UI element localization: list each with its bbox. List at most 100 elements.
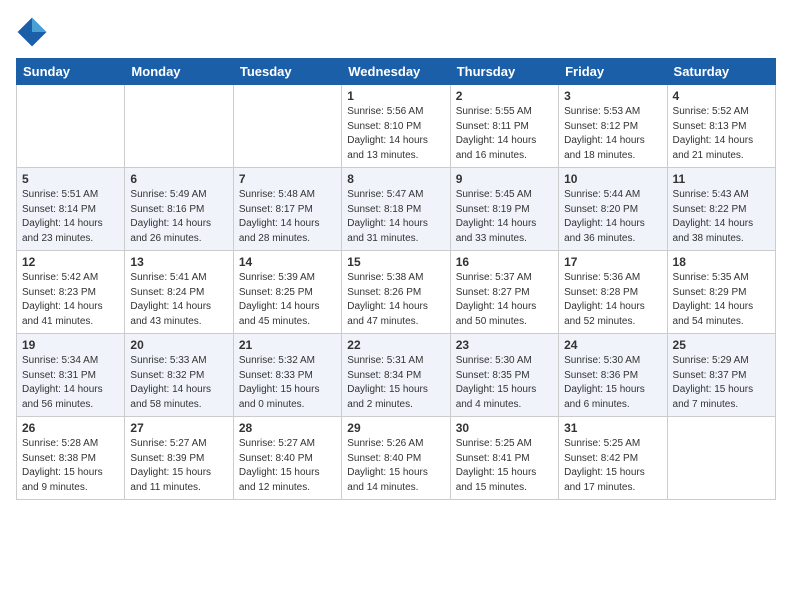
calendar-cell bbox=[233, 85, 341, 168]
day-header-friday: Friday bbox=[559, 59, 667, 85]
day-header-monday: Monday bbox=[125, 59, 233, 85]
day-info: Sunrise: 5:30 AM Sunset: 8:36 PM Dayligh… bbox=[564, 354, 661, 412]
calendar-cell: 24 Sunrise: 5:30 AM Sunset: 8:36 PM Dayli… bbox=[559, 334, 667, 417]
day-number: 31 bbox=[564, 421, 661, 435]
day-info: Sunrise: 5:28 AM Sunset: 8:38 PM Dayligh… bbox=[22, 437, 119, 495]
calendar-cell: 29 Sunrise: 5:26 AM Sunset: 8:40 PM Dayli… bbox=[342, 417, 450, 500]
day-info: Sunrise: 5:44 AM Sunset: 8:20 PM Dayligh… bbox=[564, 188, 661, 246]
calendar-cell: 19 Sunrise: 5:34 AM Sunset: 8:31 PM Dayli… bbox=[17, 334, 125, 417]
day-info: Sunrise: 5:56 AM Sunset: 8:10 PM Dayligh… bbox=[347, 105, 444, 163]
calendar-cell: 2 Sunrise: 5:55 AM Sunset: 8:11 PM Daylig… bbox=[450, 85, 558, 168]
day-number: 17 bbox=[564, 255, 661, 269]
day-number: 21 bbox=[239, 338, 336, 352]
calendar-cell bbox=[667, 417, 775, 500]
day-number: 29 bbox=[347, 421, 444, 435]
calendar-cell: 28 Sunrise: 5:27 AM Sunset: 8:40 PM Dayli… bbox=[233, 417, 341, 500]
day-number: 20 bbox=[130, 338, 227, 352]
calendar-cell: 16 Sunrise: 5:37 AM Sunset: 8:27 PM Dayli… bbox=[450, 251, 558, 334]
page-header bbox=[16, 16, 776, 48]
day-number: 2 bbox=[456, 89, 553, 103]
calendar-header-row: SundayMondayTuesdayWednesdayThursdayFrid… bbox=[17, 59, 776, 85]
day-number: 19 bbox=[22, 338, 119, 352]
day-info: Sunrise: 5:25 AM Sunset: 8:41 PM Dayligh… bbox=[456, 437, 553, 495]
calendar-week-row: 19 Sunrise: 5:34 AM Sunset: 8:31 PM Dayli… bbox=[17, 334, 776, 417]
day-number: 30 bbox=[456, 421, 553, 435]
logo-icon bbox=[16, 16, 48, 48]
calendar-cell: 13Sunrise: 5:41 AM Sunset: 8:24 PM Dayli… bbox=[125, 251, 233, 334]
day-number: 8 bbox=[347, 172, 444, 186]
day-number: 28 bbox=[239, 421, 336, 435]
day-number: 3 bbox=[564, 89, 661, 103]
calendar-cell: 4Sunrise: 5:52 AM Sunset: 8:13 PM Daylig… bbox=[667, 85, 775, 168]
calendar-cell: 25 Sunrise: 5:29 AM Sunset: 8:37 PM Dayli… bbox=[667, 334, 775, 417]
day-number: 15 bbox=[347, 255, 444, 269]
day-number: 16 bbox=[456, 255, 553, 269]
day-number: 6 bbox=[130, 172, 227, 186]
day-info: Sunrise: 5:26 AM Sunset: 8:40 PM Dayligh… bbox=[347, 437, 444, 495]
day-info: Sunrise: 5:45 AM Sunset: 8:19 PM Dayligh… bbox=[456, 188, 553, 246]
calendar-cell: 10 Sunrise: 5:44 AM Sunset: 8:20 PM Dayli… bbox=[559, 168, 667, 251]
day-number: 24 bbox=[564, 338, 661, 352]
day-number: 23 bbox=[456, 338, 553, 352]
day-info: Sunrise: 5:34 AM Sunset: 8:31 PM Dayligh… bbox=[22, 354, 119, 412]
day-header-wednesday: Wednesday bbox=[342, 59, 450, 85]
calendar-cell bbox=[125, 85, 233, 168]
day-info: Sunrise: 5:43 AM Sunset: 8:22 PM Dayligh… bbox=[673, 188, 770, 246]
calendar-cell: 18Sunrise: 5:35 AM Sunset: 8:29 PM Dayli… bbox=[667, 251, 775, 334]
day-number: 14 bbox=[239, 255, 336, 269]
day-info: Sunrise: 5:55 AM Sunset: 8:11 PM Dayligh… bbox=[456, 105, 553, 163]
day-info: Sunrise: 5:30 AM Sunset: 8:35 PM Dayligh… bbox=[456, 354, 553, 412]
day-number: 10 bbox=[564, 172, 661, 186]
day-info: Sunrise: 5:29 AM Sunset: 8:37 PM Dayligh… bbox=[673, 354, 770, 412]
day-info: Sunrise: 5:31 AM Sunset: 8:34 PM Dayligh… bbox=[347, 354, 444, 412]
day-info: Sunrise: 5:49 AM Sunset: 8:16 PM Dayligh… bbox=[130, 188, 227, 246]
day-header-sunday: Sunday bbox=[17, 59, 125, 85]
calendar-cell: 21Sunrise: 5:32 AM Sunset: 8:33 PM Dayli… bbox=[233, 334, 341, 417]
day-info: Sunrise: 5:41 AM Sunset: 8:24 PM Dayligh… bbox=[130, 271, 227, 329]
day-info: Sunrise: 5:35 AM Sunset: 8:29 PM Dayligh… bbox=[673, 271, 770, 329]
calendar-cell: 14 Sunrise: 5:39 AM Sunset: 8:25 PM Dayli… bbox=[233, 251, 341, 334]
day-info: Sunrise: 5:36 AM Sunset: 8:28 PM Dayligh… bbox=[564, 271, 661, 329]
day-info: Sunrise: 5:27 AM Sunset: 8:39 PM Dayligh… bbox=[130, 437, 227, 495]
logo bbox=[16, 16, 52, 48]
day-info: Sunrise: 5:33 AM Sunset: 8:32 PM Dayligh… bbox=[130, 354, 227, 412]
calendar-cell: 8 Sunrise: 5:47 AM Sunset: 8:18 PM Daylig… bbox=[342, 168, 450, 251]
day-info: Sunrise: 5:51 AM Sunset: 8:14 PM Dayligh… bbox=[22, 188, 119, 246]
calendar-cell: 22 Sunrise: 5:31 AM Sunset: 8:34 PM Dayli… bbox=[342, 334, 450, 417]
day-info: Sunrise: 5:53 AM Sunset: 8:12 PM Dayligh… bbox=[564, 105, 661, 163]
calendar-cell: 12Sunrise: 5:42 AM Sunset: 8:23 PM Dayli… bbox=[17, 251, 125, 334]
day-info: Sunrise: 5:42 AM Sunset: 8:23 PM Dayligh… bbox=[22, 271, 119, 329]
calendar-cell: 3 Sunrise: 5:53 AM Sunset: 8:12 PM Daylig… bbox=[559, 85, 667, 168]
calendar-cell: 27 Sunrise: 5:27 AM Sunset: 8:39 PM Dayli… bbox=[125, 417, 233, 500]
day-number: 9 bbox=[456, 172, 553, 186]
calendar-cell bbox=[17, 85, 125, 168]
day-info: Sunrise: 5:27 AM Sunset: 8:40 PM Dayligh… bbox=[239, 437, 336, 495]
day-info: Sunrise: 5:38 AM Sunset: 8:26 PM Dayligh… bbox=[347, 271, 444, 329]
day-info: Sunrise: 5:25 AM Sunset: 8:42 PM Dayligh… bbox=[564, 437, 661, 495]
calendar-cell: 30 Sunrise: 5:25 AM Sunset: 8:41 PM Dayli… bbox=[450, 417, 558, 500]
day-number: 27 bbox=[130, 421, 227, 435]
calendar-cell: 11Sunrise: 5:43 AM Sunset: 8:22 PM Dayli… bbox=[667, 168, 775, 251]
day-number: 22 bbox=[347, 338, 444, 352]
calendar-cell: 5 Sunrise: 5:51 AM Sunset: 8:14 PM Daylig… bbox=[17, 168, 125, 251]
day-number: 7 bbox=[239, 172, 336, 186]
day-info: Sunrise: 5:39 AM Sunset: 8:25 PM Dayligh… bbox=[239, 271, 336, 329]
day-number: 1 bbox=[347, 89, 444, 103]
calendar-week-row: 26 Sunrise: 5:28 AM Sunset: 8:38 PM Dayli… bbox=[17, 417, 776, 500]
day-number: 25 bbox=[673, 338, 770, 352]
day-number: 5 bbox=[22, 172, 119, 186]
calendar-cell: 20 Sunrise: 5:33 AM Sunset: 8:32 PM Dayli… bbox=[125, 334, 233, 417]
calendar-cell: 31 Sunrise: 5:25 AM Sunset: 8:42 PM Dayli… bbox=[559, 417, 667, 500]
calendar-cell: 15 Sunrise: 5:38 AM Sunset: 8:26 PM Dayli… bbox=[342, 251, 450, 334]
calendar-cell: 1 Sunrise: 5:56 AM Sunset: 8:10 PM Daylig… bbox=[342, 85, 450, 168]
calendar-cell: 6 Sunrise: 5:49 AM Sunset: 8:16 PM Daylig… bbox=[125, 168, 233, 251]
day-header-tuesday: Tuesday bbox=[233, 59, 341, 85]
day-number: 26 bbox=[22, 421, 119, 435]
calendar-cell: 7Sunrise: 5:48 AM Sunset: 8:17 PM Daylig… bbox=[233, 168, 341, 251]
day-info: Sunrise: 5:47 AM Sunset: 8:18 PM Dayligh… bbox=[347, 188, 444, 246]
calendar-cell: 9 Sunrise: 5:45 AM Sunset: 8:19 PM Daylig… bbox=[450, 168, 558, 251]
calendar-table: SundayMondayTuesdayWednesdayThursdayFrid… bbox=[16, 58, 776, 500]
day-info: Sunrise: 5:37 AM Sunset: 8:27 PM Dayligh… bbox=[456, 271, 553, 329]
calendar-cell: 23 Sunrise: 5:30 AM Sunset: 8:35 PM Dayli… bbox=[450, 334, 558, 417]
day-info: Sunrise: 5:52 AM Sunset: 8:13 PM Dayligh… bbox=[673, 105, 770, 163]
